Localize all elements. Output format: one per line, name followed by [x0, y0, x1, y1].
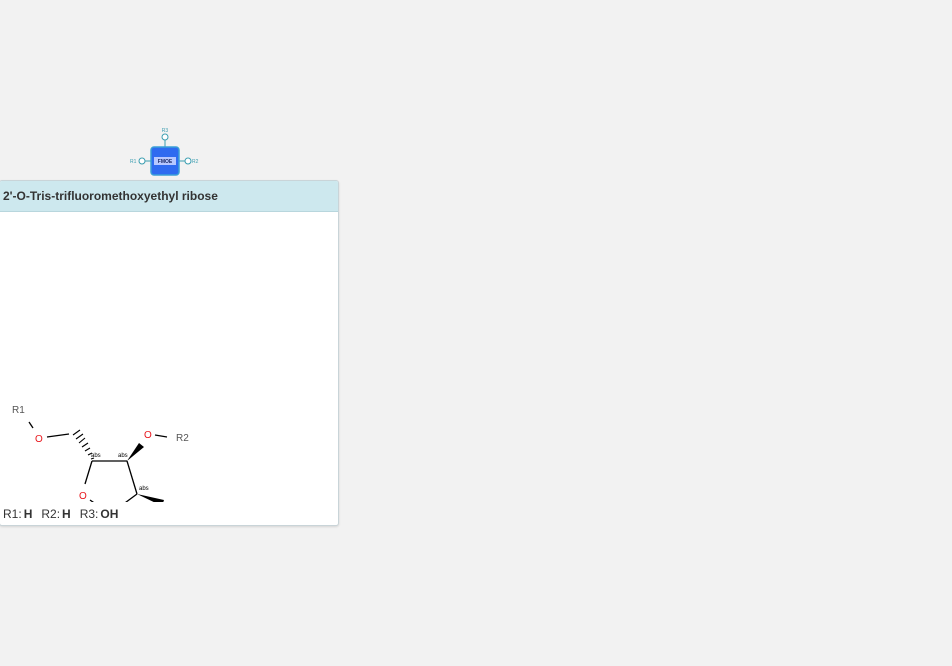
r1-connector-label: R1	[130, 159, 137, 165]
card-header: 2'-O-Tris-trifluoromethoxyethyl ribose	[0, 181, 338, 212]
bond-c1-ring-o	[89, 499, 94, 502]
bond-c3-c2	[126, 460, 138, 495]
r3-connector-dot	[161, 133, 169, 141]
chemical-structure: abs abs abs abs R1 R2 R3 O O O O O F F F…	[12, 405, 189, 502]
bond-ring-o-c4	[84, 460, 93, 485]
stereo-label-c2: abs	[139, 486, 149, 492]
atom-o-5prime: O	[35, 434, 43, 445]
atom-r2: R2	[176, 433, 189, 444]
bond-o-c5	[46, 433, 70, 438]
wedge-c2-o	[137, 494, 164, 502]
atom-o-2prime: O	[167, 501, 175, 502]
monomer-icon[interactable]: R3 R1 R2 FMOE	[128, 126, 204, 178]
card-title: 2'-O-Tris-trifluoromethoxyethyl ribose	[3, 189, 218, 203]
stereo-label-c3: abs	[118, 453, 128, 459]
r1-connector-dot	[138, 157, 146, 165]
r2-connector-label: R2	[192, 159, 199, 165]
atom-o-ring: O	[79, 491, 87, 502]
bond-o-r2	[154, 434, 168, 438]
r3-connector-label: R3	[162, 128, 169, 134]
bond-r1-o	[28, 421, 34, 429]
rgroup-r3: R3: OH	[79, 507, 119, 521]
stereo-label-c4: abs	[91, 453, 101, 459]
structure-bonds	[28, 421, 168, 502]
rgroup-summary: R1: H R2: H R3: OH	[3, 507, 118, 521]
r2-connector-dot	[184, 157, 192, 165]
monomer-preview-card: 2'-O-Tris-trifluoromethoxyethyl ribose a…	[0, 180, 339, 526]
rgroup-r1: R1: H	[3, 507, 33, 521]
atom-o-3prime: O	[144, 430, 152, 441]
wedge-c3-o	[127, 443, 144, 461]
atom-r1: R1	[12, 405, 25, 416]
bond-c2-c1	[125, 493, 138, 502]
rgroup-r2: R2: H	[41, 507, 71, 521]
monomer-label: FMOE	[158, 159, 173, 165]
